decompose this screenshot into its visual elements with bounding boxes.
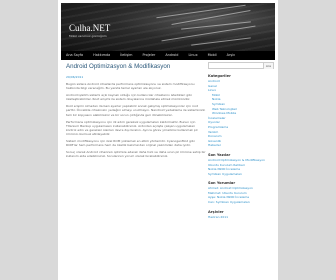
post-paragraph: Performans optimizasyonu için ilk adım g…: [66, 119, 198, 136]
header-decoration: [156, 4, 246, 19]
nav-item-projects[interactable]: Projeler: [137, 51, 160, 60]
archives-list: Haziran 2011: [208, 215, 274, 220]
site-header: Culha.NET Mobil ve Linux günlüğüm: [61, 3, 275, 51]
page-wrapper: Culha.NET Mobil ve Linux günlüğüm Ana Sa…: [58, 0, 278, 280]
sidebar: Ara Kategoriler Android Genel Linux Mobi…: [208, 62, 274, 219]
site-tagline: Mobil ve Linux günlüğüm: [69, 34, 107, 38]
recent-comments-list: Ahmet: Android Optimizasyon Mehmet: Ubun…: [208, 186, 274, 204]
nav-item-linux[interactable]: Linux: [183, 51, 202, 60]
search-input[interactable]: Ara: [208, 62, 274, 69]
archives-heading: Arşivler: [208, 209, 224, 214]
categories-list: Android Genel Linux Mobil Nokia Symbian …: [208, 79, 274, 148]
nav-item-archive[interactable]: Arşiv: [222, 51, 240, 60]
main-content: Android Optimizasyon & Modifikasyon 29/0…: [66, 62, 206, 158]
recent-comment-item[interactable]: Can: Symbian Uygulamaları: [208, 200, 274, 205]
recent-post-item[interactable]: Symbian Uygulamaları: [208, 172, 274, 177]
post-paragraph: Sistem modifikasyonu için özel ROM yükle…: [66, 139, 195, 148]
recent-post-item[interactable]: Android Optimizasyon & Modifikasyon: [208, 158, 274, 163]
nav-bar: Ana Sayfa Hakkımda İletişim Projeler And…: [61, 51, 275, 60]
post-paragraph: Bugün sizlere Android cihazlarda perform…: [66, 82, 195, 91]
search-button[interactable]: Ara: [262, 62, 273, 69]
recent-posts-heading: Son Yazılar: [208, 152, 231, 157]
nav-item-home[interactable]: Ana Sayfa: [61, 51, 88, 60]
recent-comments-heading: Son Yorumlar: [208, 181, 236, 186]
categories-heading: Kategoriler: [208, 74, 231, 78]
nav-item-android[interactable]: Android: [160, 51, 183, 60]
post-date[interactable]: 29/06/2011: [66, 75, 206, 79]
post-paragraph: Android işletim sistemi açık kaynak oldu…: [66, 93, 192, 102]
post-title[interactable]: Android Optimizasyon & Modifikasyon: [66, 62, 206, 71]
header-decoration: [191, 37, 251, 46]
nav-item-mobile[interactable]: Mobil: [203, 51, 222, 60]
site-title[interactable]: Culha.NET: [69, 23, 110, 33]
category-item[interactable]: Haberler: [208, 143, 274, 148]
post-paragraph: Root erişimi olmadan da bazı ayarlar yap…: [66, 104, 206, 117]
nav-item-about[interactable]: Hakkımda: [88, 51, 115, 60]
archive-item[interactable]: Haziran 2011: [208, 215, 274, 220]
post-paragraph: Sonuç olarak Android cihazınızı optimize…: [66, 150, 206, 159]
nav-item-contact[interactable]: İletişim: [115, 51, 137, 60]
recent-posts-list: Android Optimizasyon & Modifikasyon Ubun…: [208, 158, 274, 176]
